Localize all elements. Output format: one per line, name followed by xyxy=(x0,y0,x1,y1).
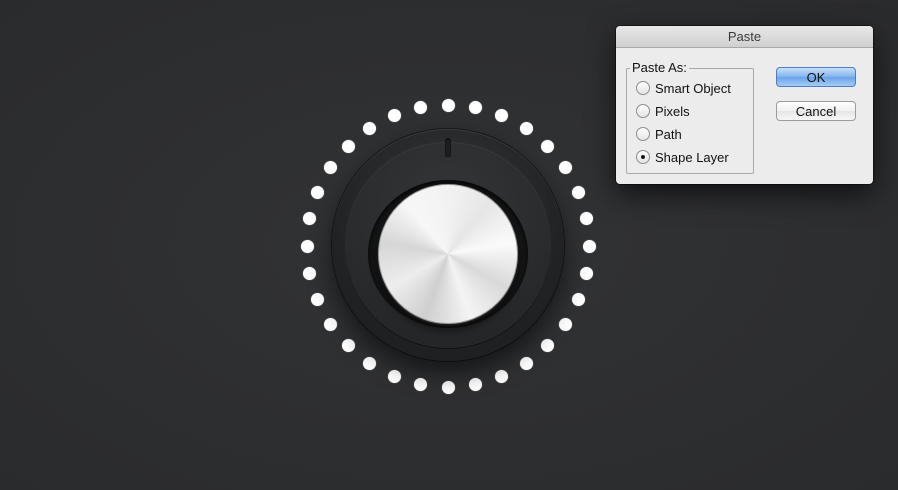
knob-dot xyxy=(387,369,401,383)
knob-dot xyxy=(571,185,585,199)
knob-dot xyxy=(413,377,427,391)
option-path[interactable]: Path xyxy=(636,125,682,143)
knob-dot xyxy=(469,377,482,391)
option-label: Shape Layer xyxy=(655,149,729,165)
knob-dot xyxy=(441,98,455,112)
paste-dialog: Paste Paste As: Smart Object Pixels Path… xyxy=(616,26,873,184)
knob-indicator-mark xyxy=(445,138,451,158)
option-smart-object[interactable]: Smart Object xyxy=(636,79,731,97)
ok-button[interactable]: OK xyxy=(776,67,856,87)
radio-path[interactable] xyxy=(636,127,650,141)
knob-dot xyxy=(571,293,585,307)
knob-dot xyxy=(387,109,401,123)
radio-smart-object[interactable] xyxy=(636,81,650,95)
option-label: Smart Object xyxy=(655,80,731,96)
option-label: Pixels xyxy=(655,103,690,119)
knob-dot xyxy=(519,356,533,370)
knob-dot xyxy=(495,369,509,383)
radio-shape-layer[interactable] xyxy=(636,150,650,164)
knob-dot xyxy=(469,101,482,115)
option-label: Path xyxy=(655,126,682,142)
knob-dot xyxy=(541,139,555,153)
knob-dot xyxy=(300,239,314,253)
knob-dot xyxy=(441,380,455,394)
knob-dot xyxy=(341,139,355,153)
knob-dot xyxy=(324,317,338,331)
knob-dot xyxy=(363,356,377,370)
knob-dot xyxy=(579,211,593,225)
knob-dot xyxy=(324,161,338,175)
knob-dot xyxy=(582,239,596,253)
knob-dot xyxy=(495,109,509,123)
dialog-title: Paste xyxy=(616,26,873,48)
knob-dot xyxy=(558,317,572,331)
option-shape-layer[interactable]: Shape Layer xyxy=(636,148,729,166)
knob-dot xyxy=(541,339,555,353)
cancel-button[interactable]: Cancel xyxy=(776,101,856,121)
knob-dot xyxy=(303,211,317,225)
paste-as-label: Paste As: xyxy=(630,60,689,75)
radio-pixels[interactable] xyxy=(636,104,650,118)
knob-metal-cap xyxy=(378,184,518,324)
knob-dot xyxy=(558,161,572,175)
knob-dot xyxy=(519,122,533,136)
knob-dot xyxy=(413,101,427,115)
knob-dot xyxy=(341,339,355,353)
knob-dot xyxy=(363,122,377,136)
knob-dot xyxy=(303,267,317,280)
knob-dot xyxy=(311,185,325,199)
knob-dot xyxy=(579,267,593,280)
option-pixels[interactable]: Pixels xyxy=(636,102,690,120)
knob-dot xyxy=(311,293,325,307)
